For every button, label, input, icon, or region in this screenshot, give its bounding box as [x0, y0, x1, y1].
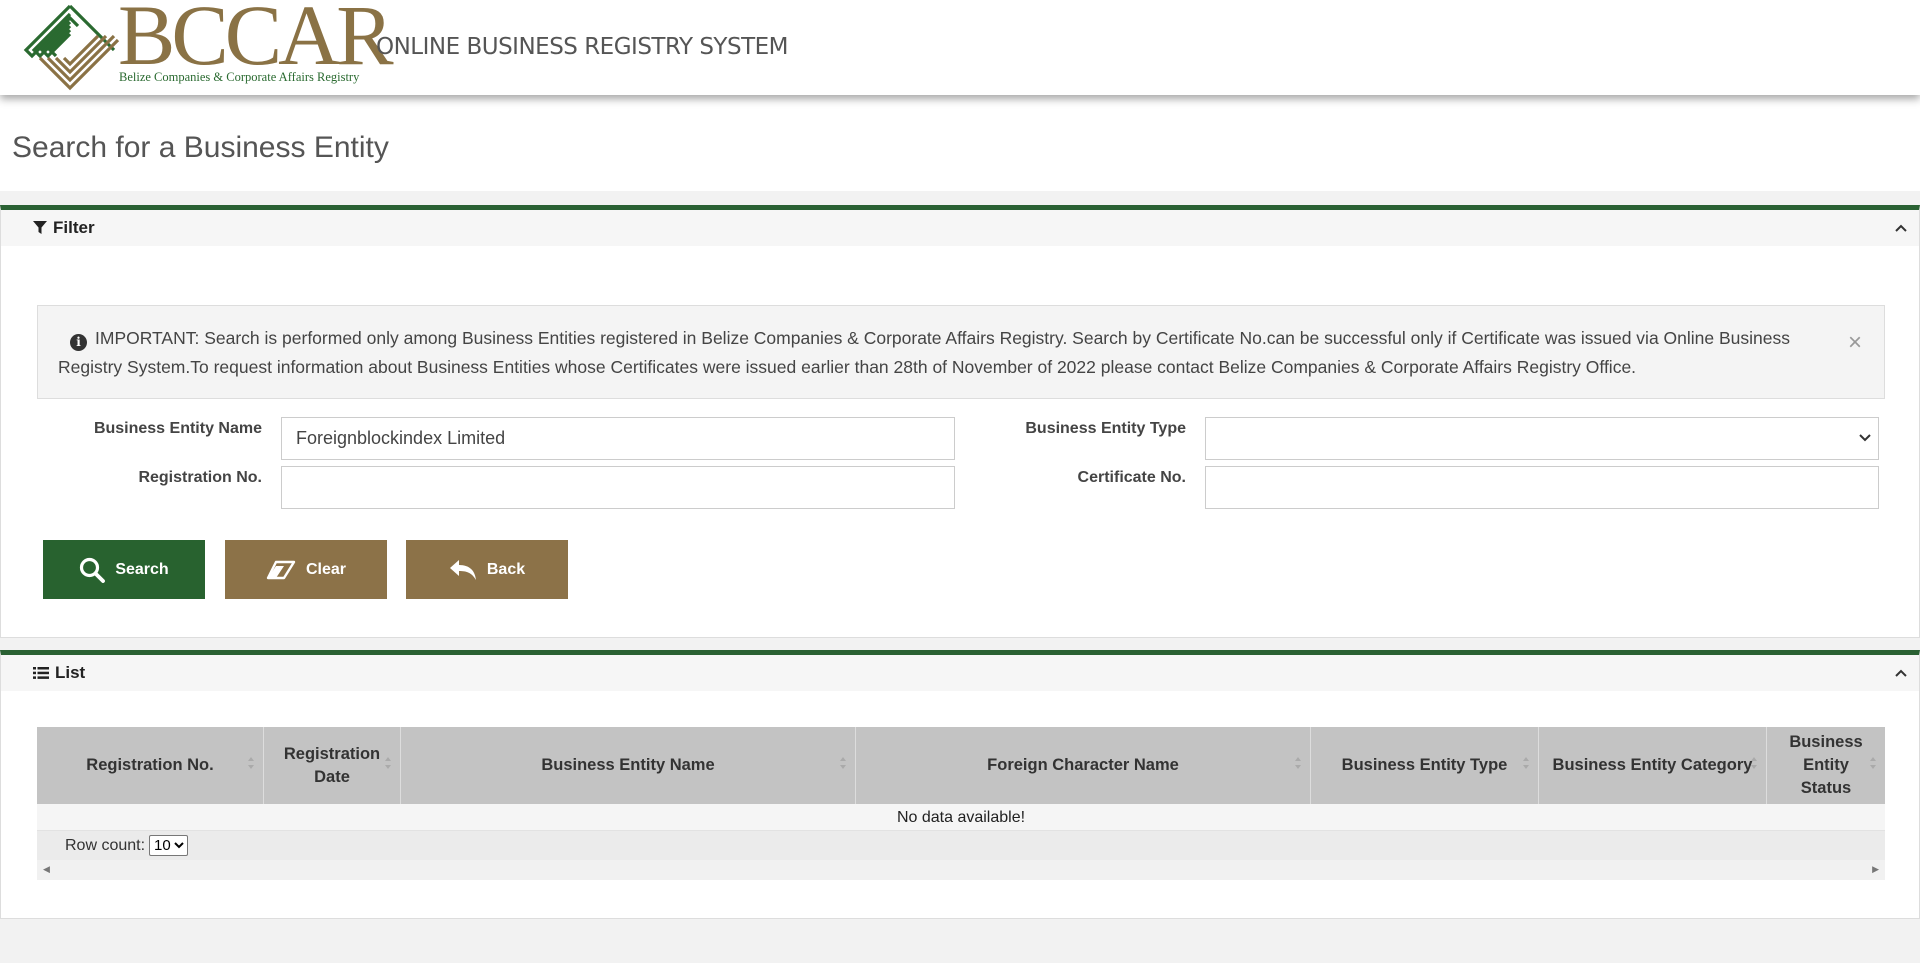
alert-close-button[interactable]: ×: [1848, 328, 1862, 357]
back-button-label: Back: [486, 560, 526, 578]
chevron-down-icon: [1859, 434, 1871, 442]
column-label: Registration No.: [86, 756, 214, 774]
bccar-logo-icon[interactable]: [18, 2, 122, 92]
registration-no-input[interactable]: [281, 466, 955, 509]
row-count-bar: Row count: 10: [37, 831, 1885, 860]
scroll-right-icon[interactable]: ▶: [1872, 864, 1879, 875]
list-panel-label: List: [55, 663, 86, 682]
reply-icon: [449, 559, 476, 580]
column-header-registration-date[interactable]: Registration Date: [264, 727, 401, 804]
column-header-registration-no[interactable]: Registration No.: [37, 727, 264, 804]
sort-icon: [248, 757, 254, 769]
eraser-icon: [266, 560, 296, 579]
search-button[interactable]: Search: [43, 540, 205, 599]
page-footer-area: [0, 919, 1920, 963]
search-icon: [80, 557, 106, 583]
back-button[interactable]: Back: [406, 540, 568, 599]
page-title: Search for a Business Entity: [12, 131, 389, 164]
sort-icon: [1295, 757, 1301, 769]
filter-panel-header[interactable]: Filter: [1, 210, 1919, 246]
logo-subtitle: Belize Companies & Corporate Affairs Reg…: [119, 70, 360, 84]
filter-panel-title: Filter: [33, 218, 95, 238]
list-icon: [33, 667, 49, 679]
sort-icon: [1523, 757, 1529, 769]
title-bar: Search for a Business Entity: [0, 95, 1920, 191]
search-button-label: Search: [115, 560, 169, 578]
app-title: ONLINE BUSINESS REGISTRY SYSTEM: [376, 34, 789, 60]
important-alert: i IMPORTANT: Search is performed only amo…: [37, 305, 1885, 399]
sort-icon: [385, 757, 391, 769]
entity-name-input[interactable]: [281, 417, 955, 460]
horizontal-scrollbar[interactable]: ◀ ▶: [37, 860, 1885, 880]
alert-text: IMPORTANT: Search is performed only amon…: [58, 328, 1790, 377]
app-header: BCCAR Belize Companies & Corporate Affai…: [0, 0, 1920, 95]
clear-button[interactable]: Clear: [225, 540, 387, 599]
filter-icon: [33, 221, 47, 234]
registration-no-label: Registration No.: [138, 469, 262, 486]
column-header-entity-type[interactable]: Business Entity Type: [1311, 727, 1539, 804]
scroll-left-icon[interactable]: ◀: [43, 864, 50, 875]
sort-icon: [1870, 757, 1876, 769]
filter-panel: Filter i IMPORTANT: Search is performed o…: [0, 205, 1920, 638]
empty-table-message: No data available!: [37, 804, 1885, 831]
chevron-up-icon[interactable]: [1893, 665, 1909, 681]
list-panel-title: List: [33, 663, 85, 683]
table-header: Registration No. Registration Date Busin…: [37, 727, 1885, 804]
info-icon: i: [70, 334, 87, 351]
sort-icon: [1751, 757, 1757, 769]
column-label: Business Entity Name: [541, 756, 715, 774]
column-header-foreign-character-name[interactable]: Foreign Character Name: [856, 727, 1311, 804]
column-label: Business Entity Status: [1789, 733, 1863, 797]
list-panel: List Registration No. Registration Date …: [0, 650, 1920, 919]
column-label: Business Entity Category: [1552, 756, 1753, 774]
entity-name-label: Business Entity Name: [93, 420, 262, 437]
entity-type-label: Business Entity Type: [1025, 420, 1186, 437]
column-label: Registration Date: [283, 744, 381, 786]
filter-panel-label: Filter: [53, 218, 95, 237]
entity-type-select[interactable]: [1205, 417, 1879, 460]
results-table: Registration No. Registration Date Busin…: [37, 727, 1885, 880]
certificate-no-label: Certificate No.: [1077, 469, 1186, 486]
column-label: Business Entity Type: [1341, 756, 1508, 774]
column-header-entity-category[interactable]: Business Entity Category: [1539, 727, 1767, 804]
chevron-up-icon[interactable]: [1893, 220, 1909, 236]
column-header-entity-status[interactable]: Business Entity Status: [1767, 727, 1885, 804]
row-count-label: Row count:: [65, 836, 146, 854]
column-header-entity-name[interactable]: Business Entity Name: [401, 727, 856, 804]
certificate-no-input[interactable]: [1205, 466, 1879, 509]
clear-button-label: Clear: [305, 560, 347, 578]
logo-text[interactable]: BCCAR: [118, 0, 394, 78]
row-count-select[interactable]: 10: [149, 835, 189, 856]
list-panel-header[interactable]: List: [1, 655, 1919, 691]
column-label: Foreign Character Name: [987, 756, 1179, 774]
sort-icon: [840, 757, 846, 769]
